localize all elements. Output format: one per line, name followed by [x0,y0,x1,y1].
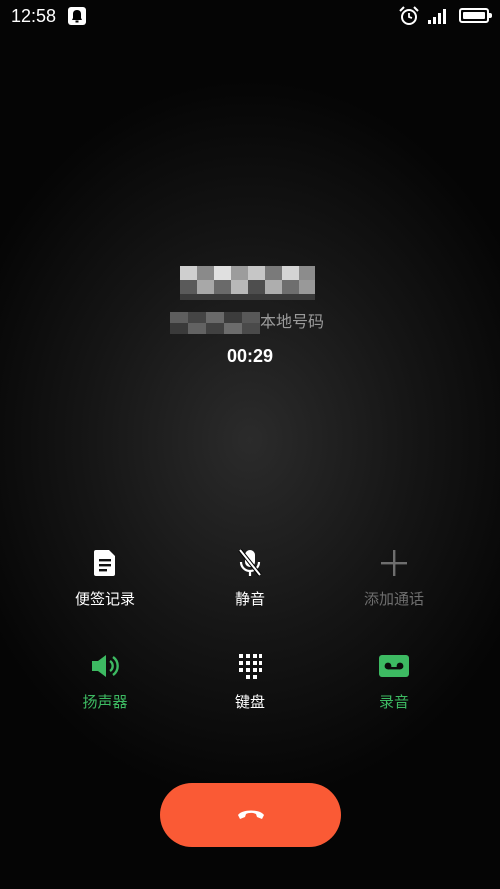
dialpad-icon [170,648,330,684]
note-icon [25,545,185,581]
status-bar: 12:58 [0,0,500,32]
speaker-button[interactable]: 扬声器 [25,648,185,712]
speaker-icon [25,648,185,684]
keypad-button[interactable]: 键盘 [170,648,330,712]
add-call-label: 添加通话 [363,590,424,608]
call-duration: 00:29 [226,346,274,366]
cassette-icon [314,648,474,684]
record-label: 录音 [378,693,409,711]
caller-number-redacted [170,312,260,334]
record-button[interactable]: 录音 [314,648,474,712]
notes-label: 便签记录 [74,590,135,608]
status-time: 12:58 [11,6,57,26]
caller-name-redacted [180,266,315,300]
mute-button[interactable]: 静音 [170,545,330,609]
notes-button[interactable]: 便签记录 [25,545,185,609]
battery-icon [459,8,492,23]
caller-location: 本地号码 [260,312,325,331]
mic-off-icon [170,545,330,581]
end-call-button[interactable] [160,783,341,847]
mute-label: 静音 [234,590,265,608]
caller-subline: 本地号码 [170,310,370,334]
speaker-label: 扬声器 [82,693,128,711]
hangup-icon [236,806,266,825]
notification-icon [68,7,86,25]
keypad-label: 键盘 [234,693,265,711]
signal-icon [428,8,450,28]
add-call-button[interactable]: 添加通话 [314,545,474,609]
plus-icon [314,545,474,581]
alarm-icon [398,6,420,30]
